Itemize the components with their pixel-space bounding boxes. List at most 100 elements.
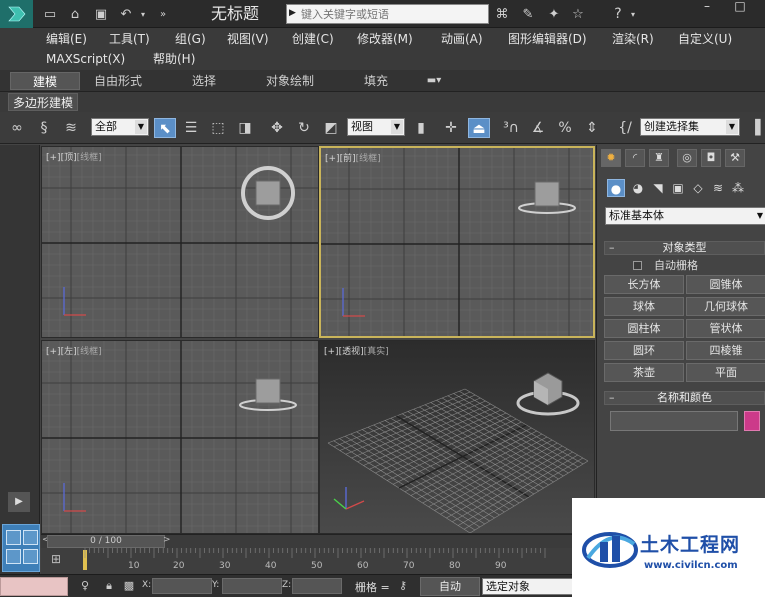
help-dropdown-icon[interactable]: ▾	[628, 4, 638, 24]
menu-maxscript[interactable]: MAXScript(X)	[46, 50, 125, 68]
viewport-front[interactable]: [+][前][线框]	[319, 146, 595, 338]
restore-icon[interactable]: □	[726, 0, 754, 14]
name-color-rollout-header[interactable]: – 名称和颜色	[604, 391, 765, 405]
primitive-type-select[interactable]: 标准基本体 ▼	[605, 207, 765, 225]
time-slider[interactable]: < 0 / 100 >	[41, 534, 596, 548]
key-icon[interactable]: ⚷	[396, 579, 410, 593]
viewport-label[interactable]: [+][透视][真实]	[324, 344, 389, 357]
viewport-perspective[interactable]: [+][透视][真实]	[319, 340, 595, 534]
menu-rendering[interactable]: 渲染(R)	[612, 30, 654, 48]
absolute-mode-icon[interactable]: ▩	[122, 579, 136, 593]
shapes-icon[interactable]: ◕	[629, 179, 647, 197]
tab-freeform[interactable]: 自由形式	[86, 72, 150, 90]
menu-help[interactable]: 帮助(H)	[153, 50, 195, 68]
lock-selection-icon[interactable]: 🔒︎	[102, 579, 116, 593]
selection-filter-dropdown[interactable]: 全部 ▼	[91, 118, 149, 136]
save-icon[interactable]: ▣	[91, 4, 111, 24]
menu-tools[interactable]: 工具(T)	[109, 30, 150, 48]
tab-modeling[interactable]: 建模	[10, 72, 80, 90]
viewport-top[interactable]: [+][顶][线框]	[41, 146, 319, 338]
cameras-icon[interactable]: ▣	[669, 179, 687, 197]
new-file-icon[interactable]: ▭	[40, 4, 60, 24]
unlink-icon[interactable]: §	[33, 118, 55, 138]
rotate-icon[interactable]: ↻	[293, 118, 315, 138]
y-coord-input[interactable]	[222, 578, 282, 594]
undo-icon[interactable]: ↶	[116, 4, 136, 24]
snaps-toggle-icon[interactable]: ³∩	[500, 118, 522, 138]
object-color-swatch[interactable]	[744, 411, 760, 431]
maxscript-listener-field[interactable]	[0, 577, 68, 596]
menu-animation[interactable]: 动画(A)	[441, 30, 483, 48]
tab-object-paint[interactable]: 对象绘制	[258, 72, 322, 90]
subtab-polygon-modeling[interactable]: 多边形建模	[8, 93, 79, 111]
utilities-tab-hammer-icon[interactable]: ⚒	[725, 149, 745, 167]
binoculars-icon[interactable]: ⌘	[492, 4, 512, 24]
signin-icon[interactable]: ✦	[544, 4, 564, 24]
menu-customize[interactable]: 自定义(U)	[678, 30, 732, 48]
bind-space-warp-icon[interactable]: ≋	[60, 118, 82, 138]
keyboard-shortcut-override-icon[interactable]: ⏏	[468, 118, 490, 138]
menu-views[interactable]: 视图(V)	[227, 30, 269, 48]
autogrid-checkbox-row[interactable]: 自动栅格	[633, 257, 698, 273]
reference-coordinate-dropdown[interactable]: 视图 ▼	[347, 118, 405, 136]
torus-button[interactable]: 圆环	[604, 341, 684, 360]
minimize-icon[interactable]: –	[693, 0, 721, 14]
z-coord-input[interactable]	[292, 578, 342, 594]
viewport-left[interactable]: [+][左][线框]	[41, 340, 319, 534]
select-manipulate-icon[interactable]: ✛	[440, 118, 462, 138]
object-type-rollout-header[interactable]: – 对象类型	[604, 241, 765, 255]
cone-button[interactable]: 圆锥体	[686, 275, 765, 294]
undo-dropdown-icon[interactable]: ▾	[138, 4, 148, 24]
menu-graph-editors[interactable]: 图形编辑器(D)	[508, 30, 587, 48]
viewport-label[interactable]: [+][前][线框]	[325, 151, 381, 164]
app-menu-logo-icon[interactable]	[0, 0, 33, 28]
autogrid-checkbox[interactable]	[633, 261, 642, 270]
open-folder-icon[interactable]: ⌂	[65, 4, 85, 24]
plane-button[interactable]: 平面	[686, 363, 765, 382]
display-tab-icon[interactable]: ◘	[701, 149, 721, 167]
selection-set-select[interactable]: 选定对象	[482, 578, 576, 595]
favorites-star-icon[interactable]: ☆	[568, 4, 588, 24]
menu-edit[interactable]: 编辑(E)	[46, 30, 87, 48]
move-icon[interactable]: ✥	[266, 118, 288, 138]
rectangular-selection-icon[interactable]: ⬚	[207, 118, 229, 138]
hierarchy-tab-icon[interactable]: ♜	[649, 149, 669, 167]
scale-icon[interactable]: ◩	[320, 118, 342, 138]
window-crossing-icon[interactable]: ◨	[234, 118, 256, 138]
motion-tab-icon[interactable]: ◎	[677, 149, 697, 167]
geosphere-button[interactable]: 几何球体	[686, 297, 765, 316]
spinner-snap-icon[interactable]: ⇕	[581, 118, 603, 138]
systems-icon[interactable]: ⁂	[729, 179, 747, 197]
wrench-icon[interactable]: ✎	[518, 4, 538, 24]
viewport-layout-icon[interactable]	[2, 524, 40, 572]
percent-snap-icon[interactable]: %	[554, 118, 576, 138]
angle-snap-icon[interactable]: ∡	[527, 118, 549, 138]
select-by-name-icon[interactable]: ☰	[180, 118, 202, 138]
tab-populate[interactable]: 填充	[352, 72, 400, 90]
ribbon-options-icon[interactable]: ▬▾	[420, 72, 448, 90]
time-next-icon[interactable]: >	[163, 535, 171, 545]
select-link-icon[interactable]: ∞	[6, 118, 28, 138]
box-button[interactable]: 长方体	[604, 275, 684, 294]
cylinder-button[interactable]: 圆柱体	[604, 319, 684, 338]
modify-tab-icon[interactable]: ◜	[625, 149, 645, 167]
pyramid-button[interactable]: 四棱锥	[686, 341, 765, 360]
teapot-button[interactable]: 茶壶	[604, 363, 684, 382]
helpers-icon[interactable]: ◇	[689, 179, 707, 197]
help-icon[interactable]: ?	[608, 4, 628, 24]
named-selection-sets-dropdown[interactable]: 创建选择集 ▼	[640, 118, 740, 136]
viewport-label[interactable]: [+][左][线框]	[46, 344, 102, 357]
lights-icon[interactable]: ◥	[649, 179, 667, 197]
menu-create[interactable]: 创建(C)	[292, 30, 334, 48]
tube-button[interactable]: 管状体	[686, 319, 765, 338]
viewport-label[interactable]: [+][顶][线框]	[46, 150, 102, 163]
select-object-icon[interactable]: ⬉	[154, 118, 176, 138]
track-bar[interactable]: ⊞ 10 20 30 40 50 60 70 80 90	[41, 548, 596, 574]
pivot-center-icon[interactable]: ▮	[410, 118, 432, 138]
sphere-button[interactable]: 球体	[604, 297, 684, 316]
pin-icon[interactable]: ♀	[78, 579, 92, 593]
geometry-sphere-icon[interactable]: ●	[607, 179, 625, 197]
time-slider-thumb[interactable]: 0 / 100	[47, 535, 165, 548]
menu-modifiers[interactable]: 修改器(M)	[357, 30, 413, 48]
auto-key-button[interactable]: 自动	[420, 577, 480, 596]
